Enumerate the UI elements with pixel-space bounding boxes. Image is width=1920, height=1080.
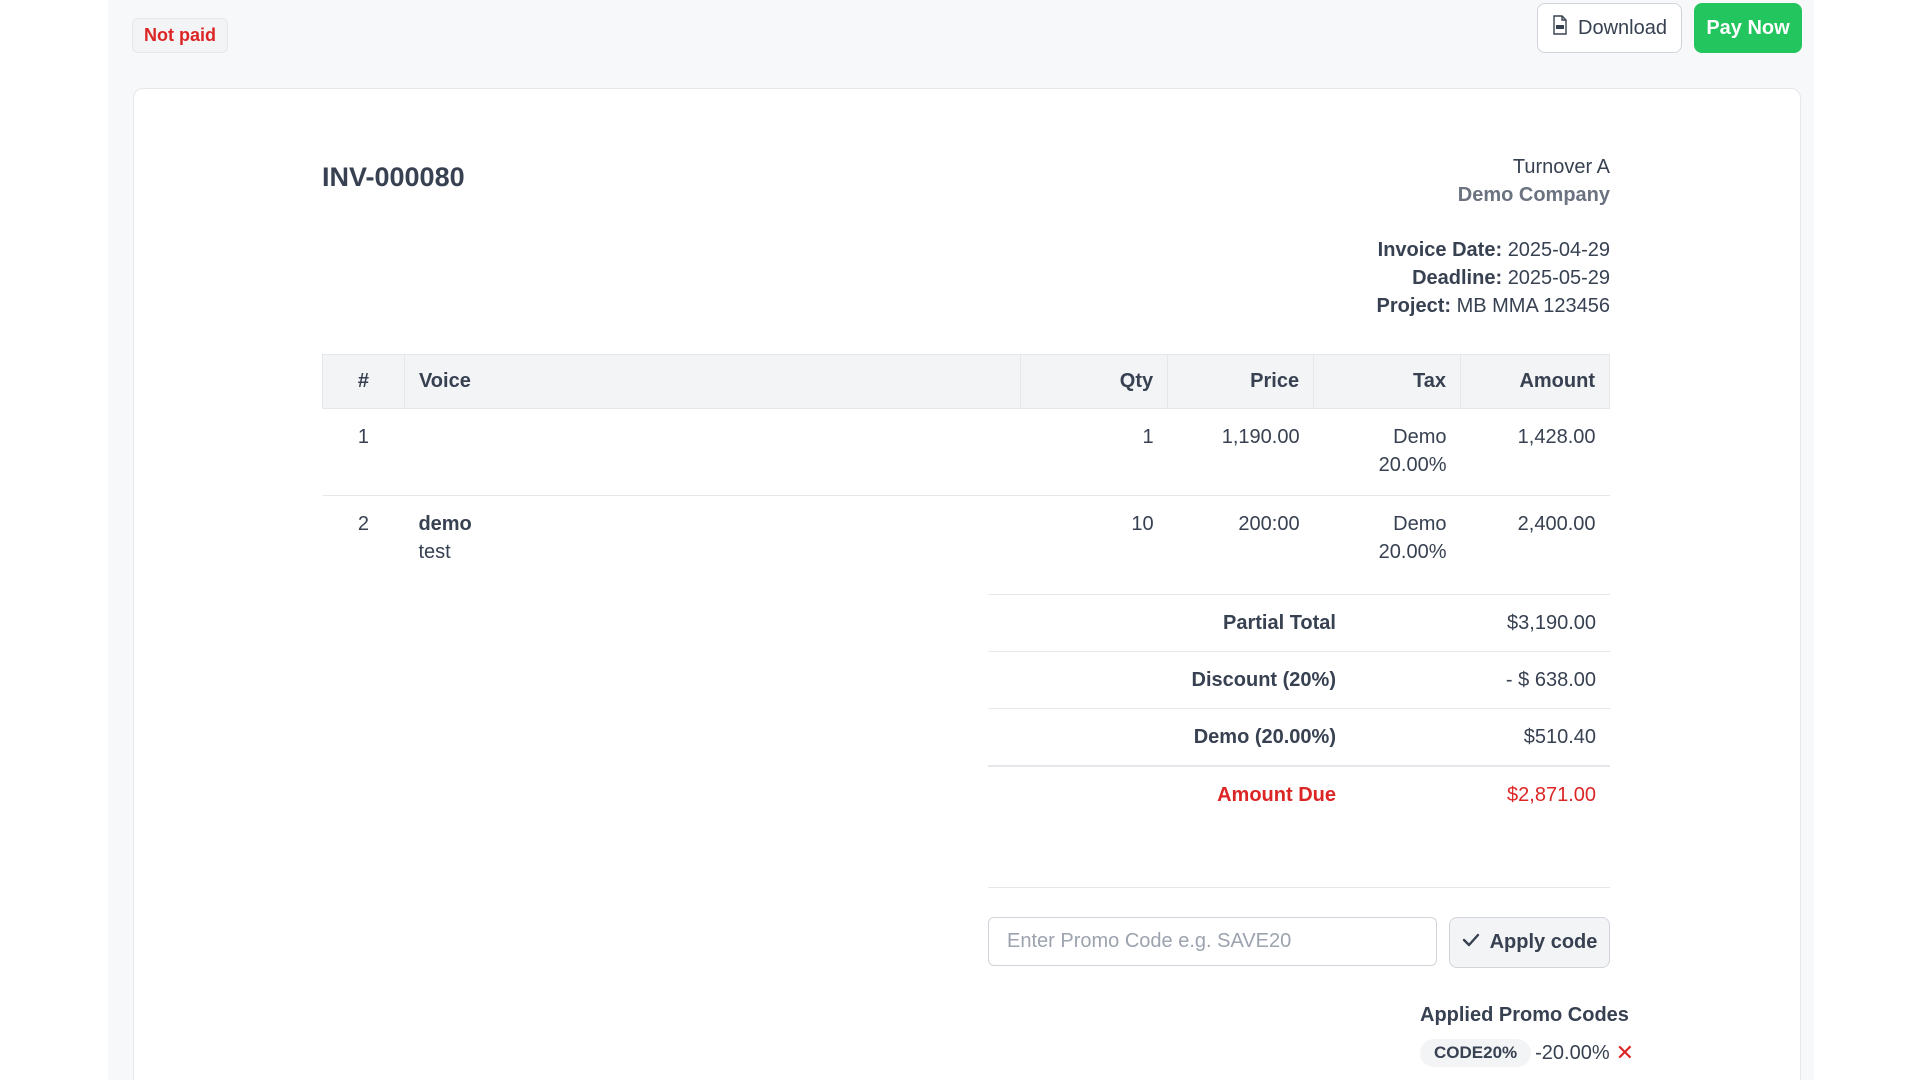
row-tax-name: Demo — [1393, 513, 1447, 535]
column-header-number: # — [322, 354, 405, 409]
row-number: 2 — [357, 513, 370, 535]
partial-total-label: Partial Total — [1223, 611, 1336, 634]
tax-value: $510.40 — [1523, 725, 1596, 748]
row-tax-name: Demo — [1393, 426, 1447, 448]
applied-promo-item: CODE20% -20.00% ✕ — [1420, 1039, 1634, 1067]
row-price: 200:00 — [1238, 513, 1300, 535]
amount-due-label: Amount Due — [1217, 783, 1336, 806]
row-qty: 10 — [1131, 513, 1154, 535]
promo-code-input[interactable] — [988, 917, 1437, 966]
download-label: Download — [1578, 16, 1667, 39]
status-badge: Not paid — [132, 18, 228, 53]
invoice-date-label: Invoice Date: — [1377, 239, 1503, 261]
apply-code-label: Apply code — [1489, 931, 1598, 953]
amount-due-row: Amount Due $2,871.00 — [988, 765, 1610, 823]
row-amount: 1,428.00 — [1460, 408, 1610, 496]
row-detail: test — [418, 541, 451, 563]
column-header-voice: Voice — [404, 354, 1022, 409]
invoice-items-table: # Voice Qty Price Tax Amount 1 1 1,190.0… — [322, 354, 1610, 600]
apply-code-button[interactable]: Apply code — [1449, 917, 1610, 968]
pdf-file-icon — [1552, 15, 1568, 41]
company-name: Turnover A — [1512, 156, 1610, 178]
project-line: Project: MB MMA 123456 — [1377, 292, 1610, 320]
table-row: 2 demo test 10 200:00 Demo 20.00% 2,400.… — [323, 496, 1610, 600]
row-title: demo — [418, 513, 472, 535]
applied-promo-title: Applied Promo Codes — [1420, 1004, 1629, 1026]
column-header-tax: Tax — [1313, 354, 1461, 409]
row-price: 1,190.00 — [1167, 408, 1314, 496]
download-button[interactable]: Download — [1537, 3, 1682, 53]
company-block: Turnover A Demo Company — [1458, 153, 1610, 209]
row-tax: Demo 20.00% — [1314, 496, 1461, 600]
discount-label: Discount (20%) — [1191, 668, 1336, 691]
tax-row: Demo (20.00%) $510.40 — [988, 708, 1610, 765]
row-amount: 2,400.00 — [1517, 513, 1596, 535]
discount-value: - $ 638.00 — [1505, 668, 1596, 691]
partial-total-value: $3,190.00 — [1507, 611, 1596, 634]
checkmark-icon — [1462, 931, 1480, 954]
column-header-price: Price — [1167, 354, 1315, 409]
tax-label: Demo (20.00%) — [1193, 725, 1336, 748]
amount-due-value: $2,871.00 — [1507, 783, 1596, 806]
invoice-number: INV-000080 — [322, 162, 465, 192]
pay-now-button[interactable]: Pay Now — [1694, 3, 1802, 53]
remove-promo-close-icon[interactable]: ✕ — [1616, 1040, 1634, 1066]
row-description — [404, 408, 1021, 496]
table-row: 1 1 1,190.00 Demo 20.00% 1,428.00 — [322, 408, 1610, 496]
discount-row: Discount (20%) - $ 638.00 — [988, 651, 1610, 708]
row-description: demo test — [404, 496, 1020, 600]
row-tax: Demo 20.00% — [1313, 408, 1461, 496]
project-value: MB MMA 123456 — [1456, 295, 1610, 317]
row-number: 1 — [322, 408, 405, 496]
column-header-amount: Amount — [1460, 354, 1610, 409]
table-header-row: # Voice Qty Price Tax Amount — [322, 354, 1610, 409]
promo-divider — [988, 887, 1610, 888]
deadline-value: 2025-05-29 — [1507, 267, 1610, 289]
row-tax-rate: 20.00% — [1378, 541, 1447, 563]
deadline-line: Deadline: 2025-05-29 — [1377, 264, 1610, 292]
column-header-qty: Qty — [1020, 354, 1169, 409]
invoice-date-line: Invoice Date: 2025-04-29 — [1377, 236, 1610, 264]
partial-total-row: Partial Total $3,190.00 — [988, 594, 1610, 651]
project-label: Project: — [1376, 295, 1452, 317]
row-qty: 1 — [1020, 408, 1168, 496]
invoice-meta: Invoice Date: 2025-04-29 Deadline: 2025-… — [1377, 236, 1610, 320]
promo-code-chip: CODE20% — [1420, 1039, 1532, 1067]
invoice-date-value: 2025-04-29 — [1507, 239, 1610, 261]
company-org: Demo Company — [1457, 184, 1610, 206]
row-tax-rate: 20.00% — [1378, 454, 1447, 476]
totals-block: Partial Total $3,190.00 Discount (20%) -… — [988, 594, 1610, 823]
promo-code-value: -20.00% — [1535, 1041, 1610, 1064]
deadline-label: Deadline: — [1412, 267, 1503, 289]
